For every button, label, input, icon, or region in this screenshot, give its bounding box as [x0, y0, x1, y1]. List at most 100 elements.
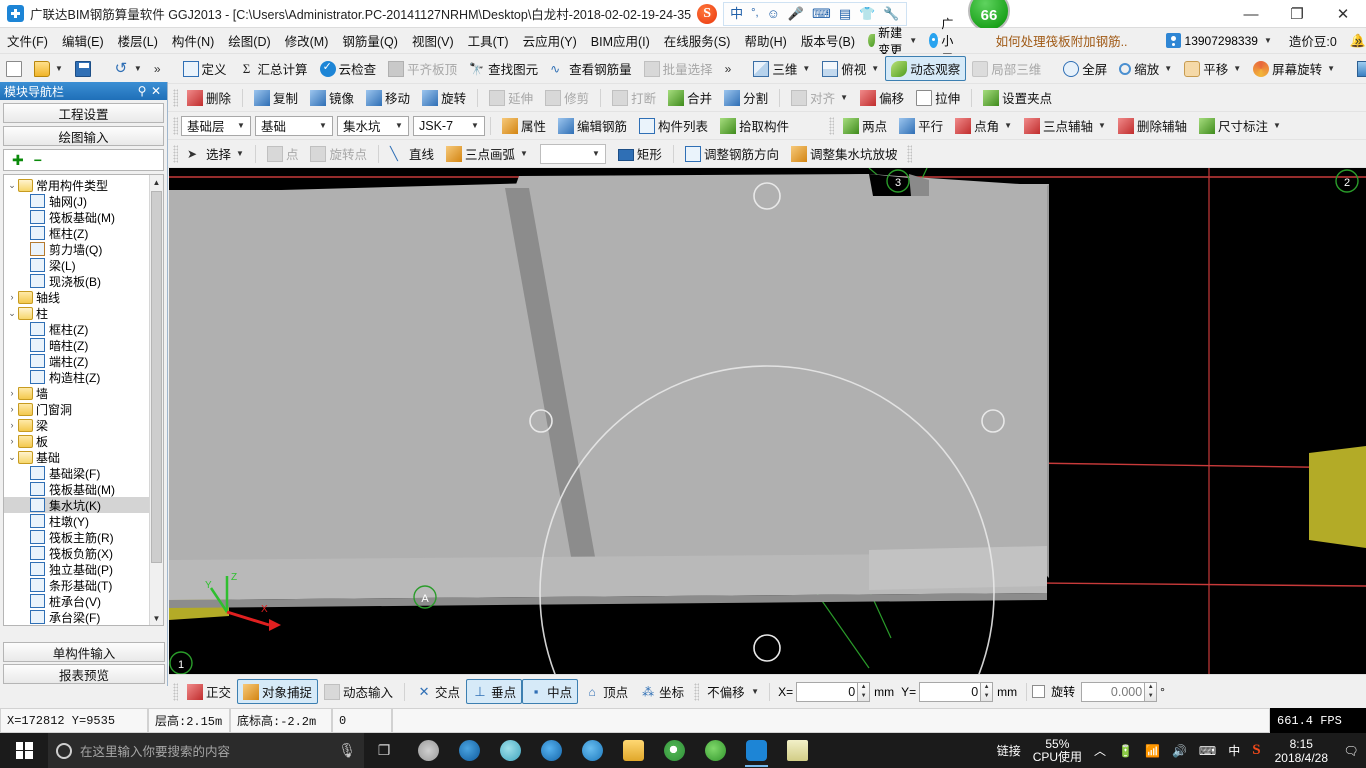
taskbar-app-spiral[interactable] [490, 733, 531, 768]
scroll-thumb[interactable] [151, 191, 162, 563]
spin-up-icon[interactable]: ▲ [858, 683, 869, 692]
tree-item-28[interactable]: 桩(U) [4, 625, 149, 626]
tree-item-1[interactable]: 轴网(J) [4, 193, 149, 209]
undo-chevron-down-icon[interactable]: ▼ [134, 64, 142, 73]
menu-item-tools[interactable]: 工具(T) [461, 28, 516, 53]
menu-item-modify[interactable]: 修改(M) [278, 28, 336, 53]
select-tool-button[interactable]: ➤ 选择 ▼ [181, 141, 250, 166]
move-button[interactable]: 移动 [360, 85, 416, 110]
view-rebar-button[interactable]: ∿ 查看钢筋量 [544, 56, 638, 81]
partial-3d-button[interactable]: 局部三维 [966, 56, 1047, 81]
spin-down-icon[interactable]: ▼ [858, 692, 869, 701]
menu-item-online[interactable]: 在线服务(S) [657, 28, 738, 53]
taskbar-app-notepad[interactable] [777, 733, 818, 768]
fullscreen-button[interactable]: 全屏 [1057, 56, 1113, 81]
menu-item-draw[interactable]: 绘图(D) [221, 28, 277, 53]
tree-item-26[interactable]: 桩承台(V) [4, 593, 149, 609]
category-chevron-down-icon[interactable]: ▼ [316, 121, 330, 130]
tree-item-2[interactable]: 筏板基础(M) [4, 209, 149, 225]
batch-select-button[interactable]: 批量选择 [638, 56, 719, 81]
three-point-arc-chevron-down-icon[interactable]: ▼ [520, 149, 528, 158]
ime-mic-icon[interactable]: 🎤 [788, 7, 804, 20]
menu-item-file[interactable]: 文件(F) [0, 28, 55, 53]
ime-lang-icon[interactable]: 中 [730, 7, 743, 20]
point-angle-axis-button[interactable]: 点角 ▼ [949, 113, 1018, 138]
screen-rotate-chevron-down-icon[interactable]: ▼ [1327, 64, 1335, 73]
save-file-button[interactable] [69, 58, 97, 80]
tray-cpu-meter[interactable]: 55% CPU使用 [1027, 733, 1088, 768]
chevron-down-icon[interactable]: ⌄ [6, 180, 18, 191]
taskbar-app-edge[interactable] [531, 733, 572, 768]
chevron-right-icon[interactable]: › [6, 404, 18, 414]
ime-tool-icon[interactable]: 🔧 [883, 7, 899, 20]
perpendicular-snap-button[interactable]: ⊥ 垂点 [466, 679, 523, 704]
promo-link[interactable]: 如何处理筏板附加钢筋.. [996, 31, 1128, 50]
taskbar-app-ie[interactable] [572, 733, 613, 768]
component-tree[interactable]: ⌄ 常用构件类型 轴网(J) 筏板基础(M) 框柱(Z) 剪力墙(Q) 梁(L) 现浇板(B)… [3, 174, 164, 626]
dynamic-observe-button[interactable]: 动态观察 [885, 56, 967, 81]
adjust-rebar-direction-button[interactable]: 调整钢筋方向 [679, 141, 785, 166]
toolbar1-overflow-mid-icon[interactable]: » [725, 62, 732, 76]
floor-combo[interactable]: 基础层 ▼ [181, 115, 251, 136]
minimize-button[interactable]: — [1228, 0, 1274, 28]
extend-button[interactable]: 延伸 [483, 85, 539, 110]
rotate-input[interactable]: 0.000 [1081, 681, 1146, 702]
coordinate-snap-button[interactable]: ⁂ 坐标 [634, 679, 690, 704]
tree-folder-8[interactable]: ⌄ 柱 [4, 305, 149, 321]
model-viewport-3d[interactable]: 3 2 A 1 Z Y X [169, 168, 1366, 674]
tree-folder-17[interactable]: ⌄ 基础 [4, 449, 149, 465]
tree-item-6[interactable]: 现浇板(B) [4, 273, 149, 289]
tray-overflow-chevron-icon[interactable]: ︿ [1088, 733, 1112, 768]
toolbar4-end-gripper[interactable] [907, 144, 913, 163]
single-component-input-button[interactable]: 单构件输入 [3, 642, 165, 662]
ime-indicator[interactable]: 中 [1222, 733, 1246, 768]
dimension-chevron-down-icon[interactable]: ▼ [1273, 121, 1281, 130]
component-list-button[interactable]: 构件列表 [633, 113, 714, 138]
trim-button[interactable]: 修剪 [539, 85, 595, 110]
taskbar-search-box[interactable]: 在这里输入你要搜索的内容 🎙 [48, 733, 364, 768]
taskbar-clock[interactable]: 8:15 2018/4/28 [1267, 737, 1336, 765]
battery-icon[interactable]: 🔋 [1112, 733, 1139, 768]
tree-item-10[interactable]: 暗柱(Z) [4, 337, 149, 353]
tree-item-3[interactable]: 框柱(Z) [4, 225, 149, 241]
close-button[interactable]: ✕ [1320, 0, 1366, 28]
cloud-check-button[interactable]: 云检查 [314, 56, 383, 81]
tree-folder-0[interactable]: ⌄ 常用构件类型 [4, 177, 149, 193]
tree-item-18[interactable]: 基础梁(F) [4, 465, 149, 481]
chevron-right-icon[interactable]: › [6, 388, 18, 398]
summary-calc-button[interactable]: Σ 汇总计算 [233, 56, 314, 81]
chevron-right-icon[interactable]: › [6, 436, 18, 446]
menubar-overflow-icon[interactable]: » [1355, 33, 1362, 48]
volume-icon[interactable]: 🔊 [1166, 733, 1193, 768]
rotate-checkbox[interactable] [1032, 685, 1046, 698]
rotate-point-tool-button[interactable]: 旋转点 [304, 141, 373, 166]
dimension-button[interactable]: 尺寸标注 ▼ [1193, 113, 1287, 138]
open-chevron-down-icon[interactable]: ▼ [55, 64, 63, 73]
align-button[interactable]: 对齐 ▼ [785, 85, 854, 110]
point-angle-chevron-down-icon[interactable]: ▼ [1004, 121, 1012, 130]
panel-close-icon[interactable]: ✕ [149, 84, 163, 98]
add-icon[interactable]: ✚ [12, 153, 24, 167]
find-element-button[interactable]: 🔭 查找图元 [463, 56, 544, 81]
tree-item-23[interactable]: 筏板负筋(X) [4, 545, 149, 561]
view-3d-button[interactable]: 三维 ▼ [747, 56, 816, 81]
ime-keyboard-icon[interactable]: ⌨ [812, 7, 831, 20]
ime-punct-icon[interactable]: °, [751, 8, 758, 19]
object-snap-button[interactable]: 对象捕捉 [237, 679, 319, 704]
three-point-arc-button[interactable]: 三点画弧 ▼ [440, 141, 534, 166]
tree-item-27[interactable]: 承台梁(F) [4, 609, 149, 625]
edit-rebar-button[interactable]: 编辑钢筋 [552, 113, 633, 138]
notification-icon[interactable]: 🗨 [1336, 733, 1366, 768]
task-view-icon[interactable]: ❐ [364, 733, 404, 768]
copy-button[interactable]: 复制 [248, 85, 304, 110]
screen-rotate-button[interactable]: 屏幕旋转 ▼ [1247, 56, 1341, 81]
account-area[interactable]: 13907298339 ▼ [1165, 33, 1272, 48]
tree-folder-16[interactable]: › 板 [4, 433, 149, 449]
align-slab-top-button[interactable]: 平齐板顶 [382, 56, 463, 81]
spin-up-icon[interactable]: ▲ [981, 683, 992, 692]
model-canvas[interactable]: 3 2 A 1 Z Y X [169, 168, 1366, 674]
y-offset-spinner[interactable]: ▲ ▼ [981, 681, 994, 702]
properties-button[interactable]: 属性 [496, 113, 552, 138]
chevron-down-icon[interactable]: ⌄ [6, 308, 18, 319]
report-preview-button[interactable]: 报表预览 [3, 664, 165, 684]
